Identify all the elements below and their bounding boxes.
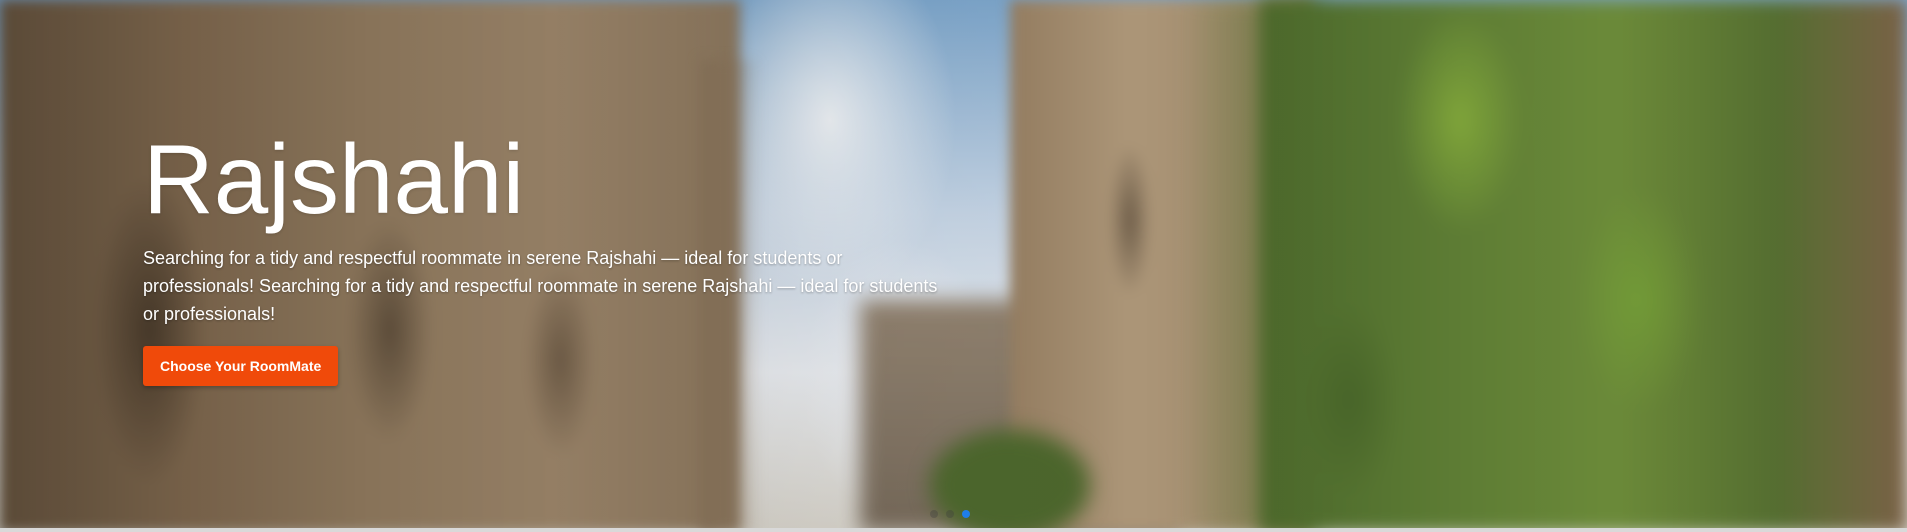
- hero-carousel: Rajshahi Searching for a tidy and respec…: [0, 0, 1907, 532]
- section-divider: [0, 528, 1907, 532]
- hero-content: Rajshahi Searching for a tidy and respec…: [143, 120, 953, 386]
- hero-title: Rajshahi: [143, 124, 525, 234]
- carousel-dot-1[interactable]: [930, 510, 938, 518]
- carousel-dot-2[interactable]: [946, 510, 954, 518]
- carousel-indicators: [930, 510, 970, 518]
- hero-description: Searching for a tidy and respectful room…: [143, 248, 938, 324]
- carousel-dot-3-active[interactable]: [962, 510, 970, 518]
- choose-roommate-button[interactable]: Choose Your RoomMate: [143, 346, 339, 386]
